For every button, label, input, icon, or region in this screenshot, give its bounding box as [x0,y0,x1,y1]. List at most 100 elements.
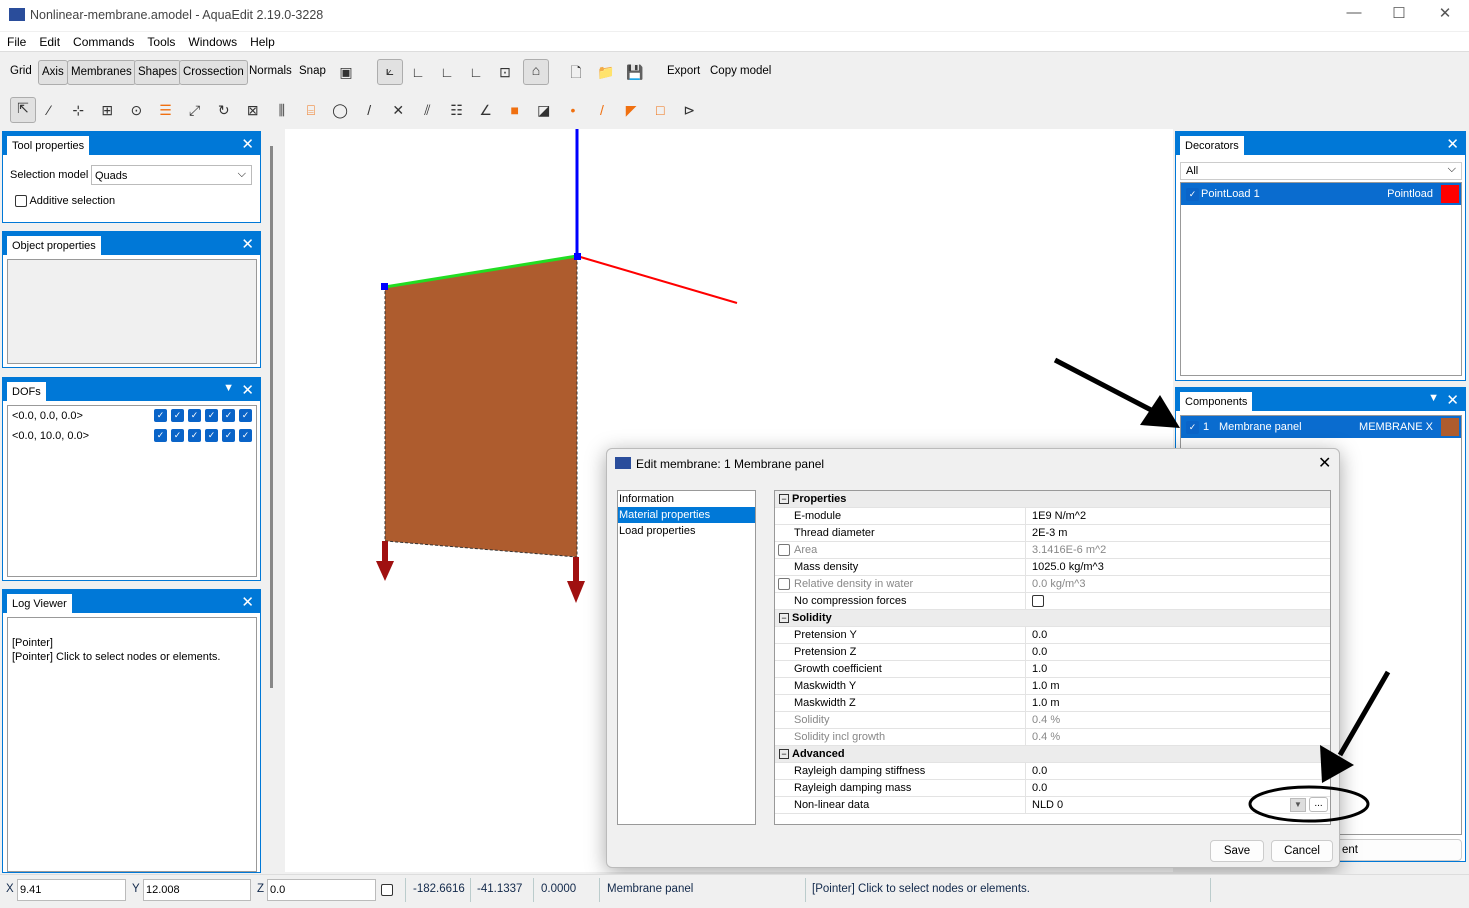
dof-checkbox[interactable]: ✓ [222,429,235,442]
property-value[interactable]: 0.4 % [1032,731,1060,743]
lock-checkbox[interactable] [381,884,393,896]
property-value[interactable]: 0.0 [1032,646,1047,658]
color-swatch[interactable] [1441,418,1459,436]
close-icon[interactable]: ✕ [1446,135,1459,153]
cross-icon[interactable]: ✕ [388,100,408,120]
property-value[interactable]: 1E9 N/m^2 [1032,510,1086,522]
group-properties[interactable]: − Properties [775,491,1330,508]
pipe-icon[interactable]: ☷ [447,100,467,120]
dropdown-icon[interactable]: ▼ [1428,392,1439,404]
membrane-panel-shape[interactable] [384,255,578,558]
check-icon[interactable]: ✓ [1186,188,1199,201]
close-button[interactable]: ✕ [1425,4,1465,26]
property-value[interactable]: 1025.0 kg/m^3 [1032,561,1104,573]
collapse-icon[interactable]: − [779,749,789,759]
cylinder-outline-icon[interactable]: ⌸ [301,100,321,120]
group-advanced[interactable]: − Advanced [775,746,1330,763]
node-marker[interactable] [381,283,388,290]
dof-checkbox[interactable]: ✓ [205,409,218,422]
additive-selection-checkbox[interactable]: Additive selection [15,195,115,208]
save-button[interactable]: Save [1210,840,1264,862]
menu-help[interactable]: Help [243,32,281,49]
export-button[interactable]: Export [664,60,703,85]
dof-checkbox[interactable]: ✓ [188,409,201,422]
toggle-axis[interactable]: Axis [38,60,68,85]
close-icon[interactable]: ✕ [1446,391,1459,409]
parallel-icon[interactable]: ⫽ [417,100,437,120]
nav-item-load-properties[interactable]: Load properties [618,523,755,539]
circle-node-icon[interactable]: ⊙ [126,100,146,120]
property-value[interactable]: 0.4 % [1032,714,1060,726]
line-add-icon[interactable]: / [592,100,612,120]
y-input[interactable]: 12.008 [143,879,251,901]
property-value[interactable]: NLD 0 [1032,799,1063,811]
collapse-icon[interactable]: − [779,494,789,504]
decorator-item[interactable]: ✓ PointLoad 1 Pointload [1181,183,1461,205]
decorators-filter-select[interactable]: All ⌵ [1180,162,1462,180]
collapse-icon[interactable]: − [779,613,789,623]
property-value[interactable]: 1.0 [1032,663,1047,675]
close-icon[interactable]: ✕ [241,381,254,399]
check-icon[interactable]: ✓ [1186,421,1199,434]
toggle-membranes[interactable]: Membranes [67,60,136,85]
square-add-icon[interactable]: ■ [505,100,525,120]
add-grid-node-icon[interactable]: ⊞ [97,100,117,120]
dropdown-arrow-icon[interactable]: ▼ [1290,798,1306,812]
dof-checkbox[interactable]: ✓ [239,429,252,442]
toggle-snap[interactable]: Snap [296,60,329,85]
dof-checkbox[interactable]: ✓ [154,429,167,442]
menu-tools[interactable]: Tools [140,32,181,49]
menu-file[interactable]: File [0,32,32,49]
x-input[interactable]: 9.41 [17,879,126,901]
override-checkbox[interactable] [778,544,790,556]
close-icon[interactable]: ✕ [241,235,254,253]
toggle-shapes[interactable]: Shapes [134,60,182,85]
dropdown-icon[interactable]: ▼ [223,382,234,394]
property-value[interactable]: 1.0 m [1032,680,1060,692]
property-value[interactable]: 0.0 [1032,629,1047,641]
override-checkbox[interactable] [778,578,790,590]
perspective-icon[interactable]: ⌂ [523,59,549,85]
splitter-scrollbar[interactable] [270,146,273,688]
view-yx-icon[interactable]: ∟ [408,62,428,82]
z-input[interactable]: 0.0 [267,879,376,901]
component-action-button[interactable]: ent [1326,839,1462,861]
property-value[interactable]: 0.0 [1032,765,1047,777]
bars-icon[interactable]: ⫼ [272,100,292,120]
fit-icon[interactable]: ⊠ [243,100,263,120]
view-zx-icon[interactable]: ∟ [437,62,457,82]
view-zy-icon[interactable]: ∟ [466,62,486,82]
dof-checkbox[interactable]: ✓ [171,429,184,442]
menu-windows[interactable]: Windows [181,32,243,49]
rotate-icon[interactable]: ↻ [214,100,234,120]
cancel-button[interactable]: Cancel [1271,840,1333,862]
diagonal-icon[interactable]: / [359,100,379,120]
property-value[interactable]: 2E-3 m [1032,527,1067,539]
menu-edit[interactable]: Edit [32,32,66,49]
component-item[interactable]: ✓ 1 Membrane panel MEMBRANE X [1181,416,1461,438]
triangle-add-icon[interactable]: ◤ [621,100,641,120]
close-icon[interactable]: ✕ [241,593,254,611]
toggle-grid[interactable]: Grid [7,60,35,85]
iso-view-icon[interactable]: ⟀ [377,59,403,85]
minimize-button[interactable]: — [1334,4,1374,26]
cylinder-icon[interactable]: ☰ [156,100,176,120]
ellipsis-button[interactable]: ... [1309,797,1328,812]
add-node-icon[interactable]: ⊹ [68,100,88,120]
line-icon[interactable]: ⁄ [39,100,59,120]
open-folder-icon[interactable]: 📁 [596,62,616,82]
ellipse-icon[interactable]: ◯ [330,100,350,120]
pointer-icon[interactable]: ⇱ [10,97,36,123]
dof-checkbox[interactable]: ✓ [205,429,218,442]
move-icon[interactable]: ⤢ [185,100,205,120]
save-icon[interactable]: 💾 [625,62,645,82]
toggle-normals[interactable]: Normals [246,60,295,85]
maximize-button[interactable]: ☐ [1379,4,1419,26]
dof-checkbox[interactable]: ✓ [171,409,184,422]
close-icon[interactable]: ✕ [241,135,254,153]
dof-checkbox[interactable]: ✓ [222,409,235,422]
property-value[interactable]: 0.0 [1032,782,1047,794]
diagonal-square-icon[interactable]: ◪ [534,100,554,120]
property-value[interactable]: 0.0 kg/m^3 [1032,578,1085,590]
menu-commands[interactable]: Commands [66,32,140,49]
